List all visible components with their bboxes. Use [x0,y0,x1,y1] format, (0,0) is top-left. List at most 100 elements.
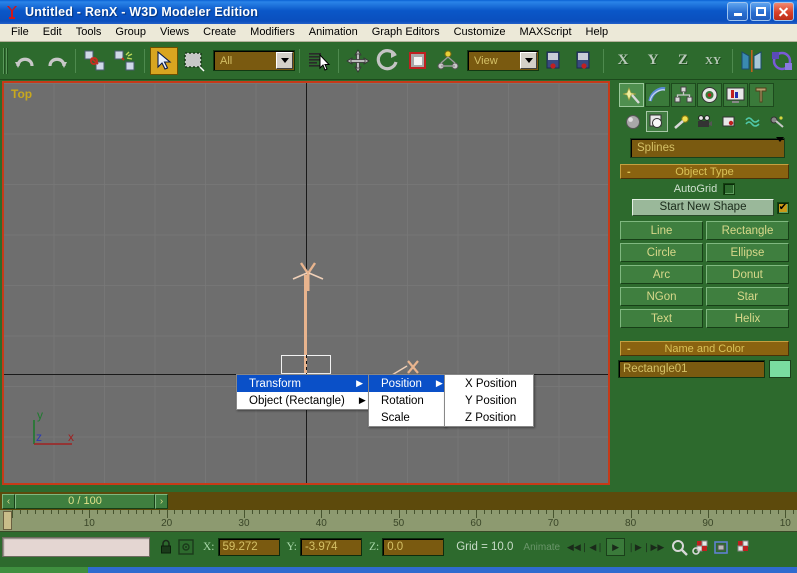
donut-button[interactable]: Donut [706,265,789,284]
geometry-button[interactable] [622,111,644,132]
axis-constraint-y-button[interactable]: Y [639,47,667,75]
select-object-button[interactable] [150,47,178,75]
autogrid-checkbox[interactable] [723,183,735,195]
rectangle-button[interactable]: Rectangle [706,221,789,240]
track-bar-handle[interactable] [3,511,12,530]
motion-tab[interactable] [697,83,722,107]
zoom-extents-all-icon[interactable] [732,537,753,557]
unlink-selection-button[interactable] [111,47,139,75]
menu-group[interactable]: Group [108,24,153,41]
move-gizmo-top[interactable] [287,261,329,293]
coord-y-input[interactable]: -3.974 [300,538,362,556]
coord-x-input[interactable]: 59.272 [218,538,280,556]
star-button[interactable]: Star [706,287,789,306]
menu-edit[interactable]: Edit [36,24,69,41]
toolbar-grip[interactable] [3,48,8,74]
category-dropdown[interactable]: Splines [630,138,785,158]
chevron-down-icon[interactable] [520,52,537,69]
context-item-x-position[interactable]: X Position [445,375,533,392]
select-and-link-button[interactable] [81,47,109,75]
mirror-button[interactable] [738,47,766,75]
menu-modifiers[interactable]: Modifiers [243,24,302,41]
lock-selection-icon[interactable] [156,537,176,557]
ngon-button[interactable]: NGon [620,287,703,306]
chevron-down-icon[interactable] [276,52,293,69]
viewport-label[interactable]: Top [11,87,32,101]
start-new-shape-checkbox[interactable] [777,202,789,214]
chevron-down-icon[interactable] [776,142,784,154]
modify-tab[interactable] [645,83,670,107]
hierarchy-tab[interactable] [671,83,696,107]
undo-button[interactable] [12,47,40,75]
circle-button[interactable]: Circle [620,243,703,262]
context-item-y-position[interactable]: Y Position [445,392,533,409]
context-item-object-rectangle[interactable]: Object (Rectangle) ▶ [237,392,371,409]
select-by-name-button[interactable] [305,47,333,75]
axis-constraint-z-button[interactable]: Z [669,47,697,75]
coord-z-input[interactable]: 0.0 [382,538,444,556]
align-button[interactable] [768,47,796,75]
object-type-rollout-header[interactable]: - Object Type [620,164,789,179]
line-button[interactable]: Line [620,221,703,240]
spacewarps-button[interactable] [742,111,764,132]
play-button[interactable]: ▶ [606,538,625,556]
close-button[interactable] [773,2,794,21]
snaps-toggle-button[interactable] [540,47,568,75]
select-and-rotate-button[interactable] [374,47,402,75]
menu-views[interactable]: Views [153,24,196,41]
object-name-input[interactable]: Rectangle01 [618,360,765,378]
axis-constraint-x-button[interactable]: X [609,47,637,75]
redo-button[interactable] [42,47,70,75]
use-pivot-center-button[interactable] [434,47,462,75]
previous-frame-button[interactable]: ◀❘ [587,538,606,556]
absolute-relative-transform-icon[interactable] [176,537,196,557]
track-bar-ruler[interactable]: 10203040506070809010 [0,510,797,532]
context-item-scale[interactable]: Scale [369,409,445,426]
context-item-z-position[interactable]: Z Position [445,409,533,426]
next-frame-arrow[interactable]: › [155,494,168,509]
cameras-button[interactable] [694,111,716,132]
context-item-position[interactable]: Position ▶ [369,375,445,392]
text-button[interactable]: Text [620,309,703,328]
object-color-swatch[interactable] [769,360,791,378]
name-and-color-rollout-header[interactable]: - Name and Color [620,341,789,356]
arc-button[interactable]: Arc [620,265,703,284]
coord-system-dropdown[interactable]: View [467,50,539,71]
ellipse-button[interactable]: Ellipse [706,243,789,262]
menu-graph-editors[interactable]: Graph Editors [365,24,447,41]
lights-button[interactable] [670,111,692,132]
helix-button[interactable]: Helix [706,309,789,328]
helpers-button[interactable] [718,111,740,132]
axis-constraint-xy-button[interactable]: XY [699,47,727,75]
context-item-rotation[interactable]: Rotation [369,392,445,409]
next-frame-button[interactable]: ❘▶ [625,538,644,556]
start-new-shape-button[interactable]: Start New Shape [632,199,774,216]
selection-region-button[interactable] [180,47,208,75]
display-tab[interactable] [723,83,748,107]
selection-filter-dropdown[interactable]: All [213,50,295,71]
minimize-button[interactable] [727,2,748,21]
animate-button[interactable]: Animate [523,542,560,553]
maximize-button[interactable] [750,2,771,21]
zoom-all-icon[interactable] [690,537,711,557]
menu-tools[interactable]: Tools [69,24,109,41]
menu-help[interactable]: Help [579,24,616,41]
context-item-transform[interactable]: Transform ▶ [237,375,371,392]
select-and-move-button[interactable] [344,47,372,75]
previous-frame-arrow[interactable]: ‹ [2,494,15,509]
menu-animation[interactable]: Animation [302,24,365,41]
utilities-tab[interactable] [749,83,774,107]
menu-customize[interactable]: Customize [447,24,513,41]
magnifier-icon[interactable] [669,537,690,557]
menu-file[interactable]: File [4,24,36,41]
menu-create[interactable]: Create [196,24,243,41]
menu-maxscript[interactable]: MAXScript [513,24,579,41]
prompt-line-input[interactable] [2,537,150,557]
angle-snap-toggle-button[interactable] [570,47,598,75]
goto-end-button[interactable]: ❘▶▶ [644,538,663,556]
systems-button[interactable] [766,111,788,132]
goto-start-button[interactable]: ◀◀❘ [568,538,587,556]
shapes-button[interactable] [646,111,668,132]
select-and-scale-button[interactable] [404,47,432,75]
create-tab[interactable] [619,83,644,107]
